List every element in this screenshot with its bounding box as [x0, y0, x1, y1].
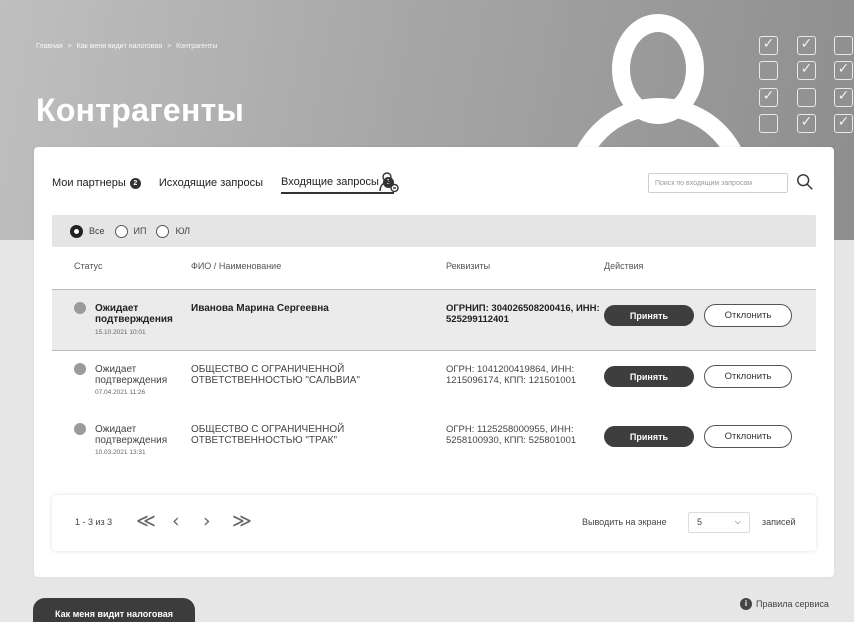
- requisites: ОГРН: 1125258000955, ИНН: 5258100930, КП…: [446, 424, 577, 446]
- search-input[interactable]: [648, 173, 788, 193]
- checkbox-checked-icon: ✓: [834, 61, 853, 80]
- status-date: 10.03.2021 13:31: [95, 449, 146, 456]
- filter-ul-label: ЮЛ: [175, 226, 191, 236]
- tax-view-button[interactable]: Как меня видит налоговая: [33, 598, 195, 622]
- filter-bar: Все ИП ЮЛ: [52, 215, 816, 247]
- table-row: Ожидает подтверждения 10.03.2021 13:31 О…: [52, 411, 816, 471]
- radio-dot: [70, 224, 83, 238]
- tab-label: Мои партнеры: [52, 177, 126, 189]
- checkbox-checked-icon: ✓: [834, 88, 853, 107]
- counterparty-name: ОБЩЕСТВО С ОГРАНИЧЕННОЙ ОТВЕТСТВЕННОСТЬЮ…: [191, 364, 360, 386]
- checkbox-checked-icon: ✓: [759, 36, 778, 55]
- tab-badge: 2: [129, 177, 141, 189]
- counterparty-name: Иванова Марина Сергеевна: [191, 303, 329, 314]
- tab-my-partners[interactable]: Мои партнеры 2: [52, 172, 141, 194]
- counterparty-name: ОБЩЕСТВО С ОГРАНИЧЕННОЙ ОТВЕТСТВЕННОСТЬЮ…: [191, 424, 345, 446]
- tab-label: Входящие запросы: [280, 176, 379, 188]
- info-icon: i: [740, 598, 752, 610]
- breadcrumb-tax-view[interactable]: Как меня видит налоговая: [77, 43, 163, 50]
- checkbox-empty-icon: [834, 36, 853, 55]
- requisites: ОГРН: 1041200419864, ИНН: 1215096174, КП…: [446, 364, 577, 386]
- person-add-icon[interactable]: [377, 170, 401, 194]
- status-text: Ожидает подтверждения: [95, 424, 168, 446]
- status-date: 15.10.2021 10:01: [95, 329, 146, 336]
- checkbox-checked-icon: ✓: [797, 36, 816, 55]
- accept-button[interactable]: Принять: [604, 366, 694, 387]
- reject-button[interactable]: Отклонить: [704, 425, 792, 448]
- pagination-count: 1 - 3 из 3: [75, 517, 113, 527]
- accept-button[interactable]: Принять: [604, 426, 694, 447]
- filter-ip-label: ИП: [133, 226, 147, 236]
- search-icon[interactable]: [796, 173, 814, 191]
- last-page-icon[interactable]: ≫: [232, 511, 252, 531]
- table-row: Ожидает подтверждения 07.04.2021 11:26 О…: [52, 351, 816, 411]
- status-text: Ожидает подтверждения: [95, 364, 168, 386]
- filter-all-radio[interactable]: Все: [70, 224, 105, 238]
- column-header-actions: Действия: [604, 261, 644, 271]
- filter-all-label: Все: [89, 226, 105, 236]
- main-card: Мои партнеры 2 Исходящие запросы Входящи…: [34, 147, 834, 577]
- tabs: Мои партнеры 2 Исходящие запросы Входящи…: [52, 172, 412, 194]
- column-header-name: ФИО / Наименование: [191, 261, 282, 271]
- breadcrumb-separator: >: [167, 43, 172, 50]
- requisites: ОГРНИП: 304026508200416, ИНН: 5252991124…: [446, 303, 600, 325]
- table-row: Ожидает подтверждения 15.10.2021 10:01 И…: [52, 290, 816, 350]
- checkbox-empty-icon: [797, 88, 816, 107]
- per-page-value: 5: [697, 517, 703, 527]
- breadcrumb: Главная > Как меня видит налоговая > Кон…: [36, 43, 220, 50]
- radio-dot: [156, 224, 170, 238]
- column-header-status: Статус: [74, 261, 103, 271]
- accept-button[interactable]: Принять: [604, 305, 694, 326]
- tab-outgoing-requests[interactable]: Исходящие запросы: [159, 172, 263, 194]
- filter-ip-radio[interactable]: ИП: [114, 224, 147, 238]
- first-page-icon[interactable]: ≪: [136, 511, 156, 531]
- page-title: Контрагенты: [36, 92, 245, 128]
- filter-ul-radio[interactable]: ЮЛ: [156, 224, 191, 238]
- tab-label: Исходящие запросы: [158, 177, 263, 189]
- next-page-icon[interactable]: ›: [203, 511, 211, 531]
- status-dot: [74, 302, 86, 314]
- checkbox-checked-icon: ✓: [834, 114, 853, 133]
- reject-button[interactable]: Отклонить: [704, 304, 792, 327]
- pagination: 1 - 3 из 3 ≪ ‹ › ≫ Выводить на экране 5 …: [52, 495, 816, 551]
- breadcrumb-separator: >: [67, 43, 72, 50]
- radio-dot: [114, 224, 128, 238]
- status-date: 07.04.2021 11:26: [95, 389, 146, 396]
- prev-page-icon[interactable]: ‹: [172, 511, 180, 531]
- checkbox-checked-icon: ✓: [759, 88, 778, 107]
- per-page-label: Выводить на экране: [582, 517, 667, 527]
- breadcrumb-home[interactable]: Главная: [36, 43, 63, 50]
- status-dot: [74, 423, 86, 435]
- chevron-down-icon: ⌵: [734, 517, 741, 526]
- column-header-requisites: Реквизиты: [446, 261, 491, 271]
- reject-button[interactable]: Отклонить: [704, 365, 792, 388]
- checkbox-empty-icon: [759, 114, 778, 133]
- per-page-select[interactable]: 5 ⌵: [688, 512, 750, 533]
- service-rules-link[interactable]: i Правила сервиса: [740, 598, 829, 610]
- service-rules-label: Правила сервиса: [756, 599, 829, 609]
- breadcrumb-current: Контрагенты: [176, 43, 218, 50]
- checkbox-checked-icon: ✓: [797, 114, 816, 133]
- status-dot: [74, 363, 86, 375]
- checkbox-empty-icon: [759, 61, 778, 80]
- checkbox-checked-icon: ✓: [797, 61, 816, 80]
- per-page-suffix: записей: [762, 517, 796, 527]
- status-text: Ожидает подтверждения: [95, 303, 173, 325]
